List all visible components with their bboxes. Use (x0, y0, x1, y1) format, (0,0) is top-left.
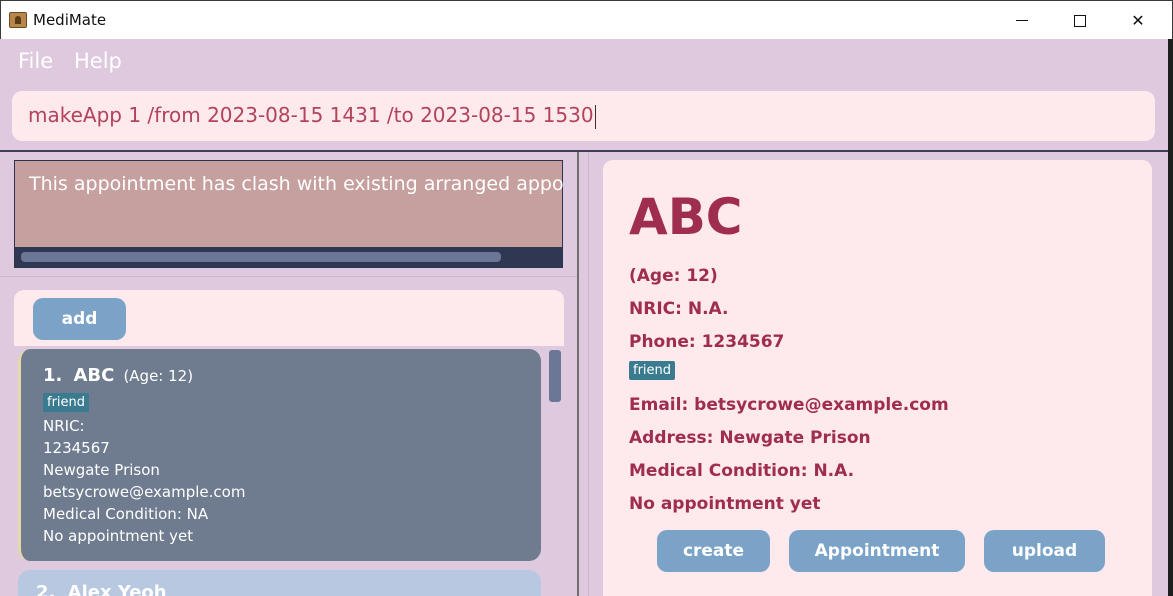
result-scroll-thumb[interactable] (21, 252, 501, 262)
detail-age: (Age: 12) (629, 266, 718, 286)
app-icon (9, 12, 27, 28)
card-nric: NRIC: (43, 417, 85, 435)
window-edge (1168, 39, 1173, 596)
result-display: This appointment has clash with existing… (14, 160, 563, 268)
left-panel: This appointment has clash with existing… (0, 152, 578, 596)
detail-panel: ABC (Age: 12) NRIC: N.A. Phone: 1234567 … (603, 160, 1152, 596)
text-caret (594, 104, 596, 129)
command-value: makeApp 1 /from 2023-08-15 1431 /to 2023… (28, 103, 594, 127)
menu-help[interactable]: Help (74, 49, 122, 73)
detail-nric: NRIC: N.A. (629, 299, 729, 319)
card-index: 2. (36, 582, 56, 596)
divider (0, 276, 578, 277)
patient-list: 1. ABC (Age: 12) friend NRIC: 1234567 Ne… (14, 346, 564, 596)
detail-address: Address: Newgate Prison (629, 428, 871, 448)
maximize-icon (1074, 14, 1086, 27)
menu-bar: File Help (0, 39, 1168, 84)
close-icon: ✕ (1131, 11, 1145, 30)
result-message: This appointment has clash with existing… (29, 173, 563, 195)
title-bar: MediMate ✕ (0, 0, 1173, 39)
card-medical: Medical Condition: NA (43, 505, 209, 523)
detail-medical: Medical Condition: N.A. (629, 461, 855, 481)
minimize-button[interactable] (993, 1, 1051, 40)
split-divider[interactable] (577, 152, 579, 596)
card-age: (Age: 12) (123, 367, 194, 385)
add-button[interactable]: add (33, 298, 126, 340)
window-title: MediMate (33, 11, 107, 29)
patient-card[interactable]: 2. Alex Yeoh (18, 570, 541, 596)
appointment-button[interactable]: Appointment (789, 530, 965, 572)
detail-appointment: No appointment yet (629, 494, 821, 514)
card-name: Alex Yeoh (67, 582, 167, 596)
detail-name: ABC (629, 188, 743, 246)
list-header: add (14, 290, 564, 346)
detail-phone: Phone: 1234567 (629, 332, 785, 352)
card-title: 2. Alex Yeoh (36, 582, 167, 596)
detail-email: Email: betsycrowe@example.com (629, 395, 949, 415)
maximize-button[interactable] (1051, 1, 1109, 40)
list-scroll-thumb[interactable] (549, 350, 561, 402)
patient-card[interactable]: 1. ABC (Age: 12) friend NRIC: 1234567 Ne… (18, 349, 541, 561)
card-title: 1. ABC (Age: 12) (43, 365, 193, 386)
card-email: betsycrowe@example.com (43, 483, 246, 501)
upload-button[interactable]: upload (984, 530, 1105, 572)
command-input[interactable]: makeApp 1 /from 2023-08-15 1431 /to 2023… (12, 91, 1155, 141)
create-button[interactable]: create (657, 530, 770, 572)
card-phone: 1234567 (43, 439, 110, 457)
close-button[interactable]: ✕ (1109, 1, 1167, 40)
tag-badge: friend (629, 361, 676, 380)
menu-file[interactable]: File (18, 49, 53, 73)
card-index: 1. (43, 365, 63, 386)
command-area: makeApp 1 /from 2023-08-15 1431 /to 2023… (0, 84, 1168, 150)
list-scrollbar[interactable] (549, 350, 561, 596)
command-text: makeApp 1 /from 2023-08-15 1431 /to 2023… (28, 103, 596, 129)
card-appointment: No appointment yet (43, 527, 194, 545)
tag-badge: friend (43, 393, 90, 412)
card-address: Newgate Prison (43, 461, 160, 479)
card-name: ABC (73, 365, 115, 386)
divider (588, 152, 589, 596)
result-horizontal-scrollbar[interactable] (15, 247, 562, 267)
minimize-icon (1016, 20, 1028, 21)
